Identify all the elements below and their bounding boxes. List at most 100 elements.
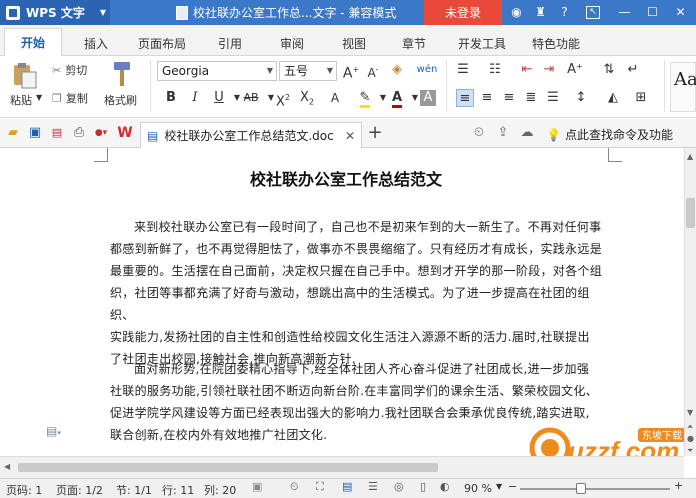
paste-label[interactable]: 粘贴	[10, 92, 32, 108]
login-button[interactable]: 未登录	[424, 0, 502, 25]
print-icon[interactable]: ⎙	[70, 124, 88, 142]
paste-icon[interactable]	[10, 62, 38, 90]
minimize-icon[interactable]: —	[616, 4, 633, 21]
horizontal-scrollbar[interactable]: ◀	[0, 456, 684, 478]
skin-icon[interactable]: ◉	[508, 4, 525, 21]
bold-icon[interactable]: B	[162, 89, 180, 107]
select-browse-object-icon[interactable]: ●	[687, 434, 694, 443]
full-screen-icon[interactable]: ⛶	[316, 480, 324, 494]
justify-icon[interactable]: ≣	[522, 89, 540, 107]
chinese-layout-icon[interactable]: A⁺	[566, 61, 584, 79]
command-search[interactable]: 💡 点此查找命令及功能	[546, 126, 673, 143]
previous-page-icon[interactable]: ⏶	[687, 422, 693, 432]
line-spacing-icon[interactable]: ↕	[572, 89, 590, 107]
font-color-icon[interactable]: A	[388, 89, 406, 108]
tab-review[interactable]: 审阅	[270, 33, 314, 55]
reading-view-icon[interactable]: ▯	[420, 480, 426, 493]
vertical-scroll-thumb[interactable]	[686, 198, 695, 228]
numbered-list-icon[interactable]: ☷	[486, 61, 504, 79]
share-icon[interactable]: ⇪	[494, 124, 512, 142]
style-gallery[interactable]: Aa	[670, 62, 696, 112]
new-tab-icon[interactable]: +	[366, 124, 384, 142]
cut-button[interactable]: ✂ 剪切	[52, 62, 87, 78]
tab-developer[interactable]: 开发工具	[452, 33, 512, 55]
zoom-level[interactable]: 90 %	[464, 482, 492, 495]
close-icon[interactable]: ✕	[672, 4, 689, 21]
chevron-down-icon[interactable]: ▼	[496, 482, 502, 491]
revision-icon[interactable]: ⏲	[290, 480, 299, 494]
horizontal-scroll-thumb[interactable]	[18, 463, 438, 472]
strikethrough-icon[interactable]: AB	[240, 89, 262, 107]
scroll-up-icon[interactable]: ▲	[687, 152, 693, 161]
font-name-select[interactable]: Georgia ▼	[157, 61, 277, 81]
distributed-icon[interactable]: ☰	[544, 89, 562, 107]
clear-format-icon[interactable]: ◈	[388, 61, 406, 79]
export-pdf-icon[interactable]: ▤	[48, 124, 66, 142]
copy-button[interactable]: ❐ 复制	[52, 90, 88, 106]
maximize-icon[interactable]: ☐	[644, 4, 661, 21]
restore-ribbon-icon[interactable]: ↖	[586, 6, 600, 19]
collaborate-icon[interactable]: ☁	[518, 124, 536, 142]
next-page-icon[interactable]: ⏷	[687, 446, 693, 456]
tab-references[interactable]: 引用	[208, 33, 252, 55]
phonetic-guide-icon[interactable]: wén	[414, 61, 440, 79]
app-menu-button[interactable]: WPS 文字 ▼	[0, 0, 110, 25]
align-right-icon[interactable]: ≡	[500, 89, 518, 107]
chevron-down-icon[interactable]: ▼	[36, 93, 42, 102]
italic-icon[interactable]: I	[186, 89, 204, 107]
tab-special[interactable]: 特色功能	[526, 33, 586, 55]
align-left-icon[interactable]: ≡	[456, 89, 474, 107]
shading-icon[interactable]: ◭	[604, 89, 622, 107]
eye-protection-icon[interactable]: ◐	[440, 480, 450, 493]
bullet-list-icon[interactable]: ☰	[454, 61, 472, 79]
spellcheck-icon[interactable]: ▣	[252, 480, 262, 493]
tab-start[interactable]: 开始	[4, 28, 62, 56]
grow-font-icon[interactable]: A+	[342, 61, 360, 82]
scroll-down-icon[interactable]: ▼	[687, 408, 693, 417]
page-view-icon[interactable]: ▤	[342, 480, 352, 493]
increase-indent-icon[interactable]: ⇥	[540, 61, 558, 79]
customize-toolbar-icon[interactable]: ●▾	[92, 124, 110, 142]
web-view-icon[interactable]: ◎	[394, 480, 404, 493]
tab-section[interactable]: 章节	[392, 33, 436, 55]
status-page-number[interactable]: 页码: 1	[6, 482, 42, 498]
wps-w-logo-icon[interactable]: W	[116, 124, 134, 142]
open-folder-icon[interactable]: ▰	[4, 124, 22, 142]
status-row[interactable]: 行: 11	[162, 482, 194, 498]
status-section[interactable]: 节: 1/1	[116, 482, 152, 498]
subscript-icon[interactable]: X2	[298, 89, 316, 107]
status-page[interactable]: 页面: 1/2	[56, 482, 103, 498]
superscript-icon[interactable]: X2	[274, 89, 292, 109]
tab-insert[interactable]: 插入	[74, 33, 118, 55]
align-center-icon[interactable]: ≡	[478, 89, 496, 107]
highlight-icon[interactable]: ✎	[356, 89, 374, 108]
document-tab[interactable]: ▤ 校社联办公室工作总结范文.doc ✕	[140, 122, 362, 148]
font-size-select[interactable]: 五号 ▼	[279, 61, 337, 81]
outline-view-icon[interactable]: ☰	[368, 480, 378, 493]
borders-icon[interactable]: ⊞	[632, 89, 650, 107]
text-effect-icon[interactable]: A	[326, 89, 344, 107]
tab-view[interactable]: 视图	[332, 33, 376, 55]
show-marks-icon[interactable]: ↵	[624, 61, 642, 79]
format-painter-label[interactable]: 格式刷	[104, 92, 137, 108]
tab-page-layout[interactable]: 页面布局	[132, 33, 192, 55]
history-icon[interactable]: ⏲	[470, 124, 488, 142]
zoom-slider[interactable]	[520, 488, 670, 490]
shrink-font-icon[interactable]: A-	[364, 61, 382, 80]
shirt-icon[interactable]: ♜	[532, 4, 549, 21]
zoom-slider-thumb[interactable]	[576, 483, 586, 494]
vertical-scrollbar[interactable]: ▲ ▼ ⏶ ● ⏷	[684, 148, 696, 456]
decrease-indent-icon[interactable]: ⇤	[518, 61, 536, 79]
format-painter-icon[interactable]	[108, 60, 136, 90]
zoom-in-icon[interactable]: +	[674, 479, 683, 492]
underline-icon[interactable]: U	[210, 89, 228, 107]
help-icon[interactable]: ?	[556, 4, 573, 21]
zoom-out-icon[interactable]: −	[508, 480, 517, 493]
status-column[interactable]: 列: 20	[204, 482, 236, 498]
char-shading-icon[interactable]: A	[420, 90, 436, 106]
scroll-left-icon[interactable]: ◀	[4, 462, 10, 471]
save-icon[interactable]: ▣	[26, 124, 44, 142]
sort-icon[interactable]: ⇅	[600, 61, 618, 79]
paragraph-layout-icon[interactable]: ▤▾	[46, 424, 61, 438]
close-tab-icon[interactable]: ✕	[345, 129, 355, 143]
